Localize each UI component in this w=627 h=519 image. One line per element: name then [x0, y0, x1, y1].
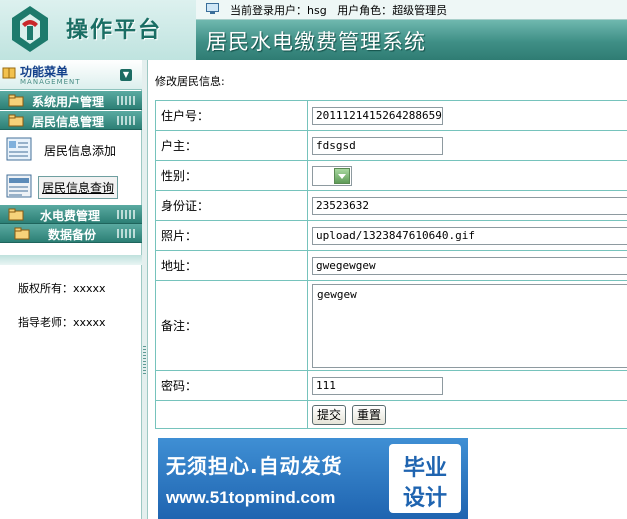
- password-input[interactable]: 111: [312, 376, 443, 395]
- user-info-text: 当前登录用户：hsg 用户角色：超级管理员: [230, 2, 447, 18]
- user-label: 当前登录用户：: [230, 4, 307, 17]
- field-label: 地址：: [155, 250, 308, 281]
- folder-icon: [14, 227, 30, 240]
- form-row-owner: 户主： fdsgsd: [155, 130, 627, 161]
- sidebar-category-system-users[interactable]: 系统用户管理: [0, 91, 142, 110]
- field-label: 性别：: [155, 160, 308, 191]
- field-label: 备注：: [155, 280, 308, 371]
- book-icon: [2, 67, 16, 79]
- ad-headline: 无须担心.自动发货: [166, 454, 343, 478]
- logo-area: 操作平台: [0, 0, 196, 60]
- menu-subtitle: MANAGEMENT: [20, 78, 81, 86]
- copyright-text: 版权所有：xxxxx: [18, 282, 106, 295]
- grip-decoration: [117, 116, 137, 125]
- sidebar-item-resident-add[interactable]: 居民信息添加: [0, 134, 142, 164]
- field-label: 照片：: [155, 220, 308, 251]
- chevron-down-icon[interactable]: ▼: [120, 69, 132, 81]
- sidebar-item-resident-query[interactable]: 居民信息查询: [0, 171, 142, 201]
- form-add-icon: [6, 137, 32, 161]
- form-row-household: 住户号： 2011121415264288659: [155, 100, 627, 131]
- teacher-text: 指导老师：xxxxx: [18, 316, 106, 329]
- bank-logo-icon: [12, 6, 48, 52]
- folder-icon: [8, 208, 24, 221]
- sidebar-item-label: 居民信息查询: [38, 176, 119, 199]
- menu-header: 功能菜单 MANAGEMENT ▼: [0, 60, 142, 90]
- ad-badge-top: 毕业: [402, 456, 447, 481]
- sidebar-category-label: 居民信息管理: [32, 115, 105, 129]
- field-label: 户主：: [155, 130, 308, 161]
- grip-decoration: [117, 96, 137, 105]
- sidebar-category-label: 系统用户管理: [32, 95, 105, 109]
- grip-decoration: [117, 210, 137, 219]
- owner-input[interactable]: fdsgsd: [312, 136, 443, 155]
- form-row-gender: 性别：: [155, 160, 627, 191]
- logo-text: 操作平台: [66, 17, 163, 43]
- role-label: 用户角色：: [337, 4, 393, 17]
- submit-button[interactable]: 提交: [312, 404, 347, 425]
- ad-badge-bottom: 设计: [402, 486, 447, 511]
- sidebar-item-label: 居民信息添加: [44, 144, 117, 158]
- form-row-remark: 备注： gewgew: [155, 280, 627, 371]
- ad-url: www.51topmind.com: [166, 488, 336, 507]
- field-label: 身份证：: [155, 190, 308, 221]
- sidebar-category-fees[interactable]: 水电费管理: [0, 205, 142, 224]
- role-value: 超级管理员: [392, 4, 448, 17]
- system-title: 居民水电缴费管理系统: [206, 30, 426, 54]
- form-row-photo: 照片： upload/1323847610640.gif: [155, 220, 627, 251]
- sidebar-category-backup[interactable]: 数据备份: [0, 224, 142, 243]
- sidebar-category-label: 水电费管理: [40, 209, 101, 223]
- ad-badge: 毕业 设计: [389, 444, 461, 513]
- photo-input[interactable]: upload/1323847610640.gif: [312, 226, 627, 245]
- chevron-down-icon[interactable]: [334, 167, 350, 184]
- folder-icon: [8, 94, 24, 107]
- sidebar-category-residents[interactable]: 居民信息管理: [0, 111, 142, 130]
- folder-icon: [8, 114, 24, 127]
- form-caption: 修改居民信息:: [155, 75, 225, 88]
- form-row-address: 地址： gwegewgew: [155, 250, 627, 281]
- username: hsg: [307, 4, 327, 17]
- splitter-grip[interactable]: [143, 346, 146, 376]
- sidebar-divider: [0, 255, 142, 265]
- gender-select[interactable]: [312, 165, 352, 186]
- grip-decoration: [117, 229, 137, 238]
- remark-textarea[interactable]: gewgew: [312, 283, 627, 368]
- form-row-password: 密码： 111: [155, 370, 627, 401]
- idcard-input[interactable]: 23523632: [312, 196, 627, 215]
- household-number-input[interactable]: 2011121415264288659: [312, 106, 443, 125]
- user-info-bar: 当前登录用户：hsg 用户角色：超级管理员: [196, 0, 627, 20]
- sidebar: 功能菜单 MANAGEMENT ▼ 系统用户管理 居民信息管理 居民信息添加 居…: [0, 60, 142, 519]
- address-input[interactable]: gwegewgew: [312, 256, 627, 275]
- monitor-icon: [206, 3, 219, 14]
- title-band: 居民水电缴费管理系统: [196, 20, 627, 60]
- field-label: 住户号：: [155, 100, 308, 131]
- resident-edit-form: 住户号： 2011121415264288659 户主： fdsgsd 性别： …: [155, 100, 627, 429]
- sidebar-category-label: 数据备份: [48, 228, 97, 242]
- reset-button[interactable]: 重置: [352, 404, 387, 425]
- header: 操作平台 当前登录用户：hsg 用户角色：超级管理员 居民水电缴费管理系统: [0, 0, 627, 60]
- form-row-actions: 提交 重置: [155, 400, 627, 429]
- field-label: 密码：: [155, 370, 308, 401]
- sidebar-splitter[interactable]: [142, 60, 148, 519]
- form-query-icon: [6, 174, 32, 198]
- form-row-idcard: 身份证： 23523632: [155, 190, 627, 221]
- ad-banner[interactable]: 无须担心.自动发货 www.51topmind.com 毕业 设计: [158, 438, 468, 519]
